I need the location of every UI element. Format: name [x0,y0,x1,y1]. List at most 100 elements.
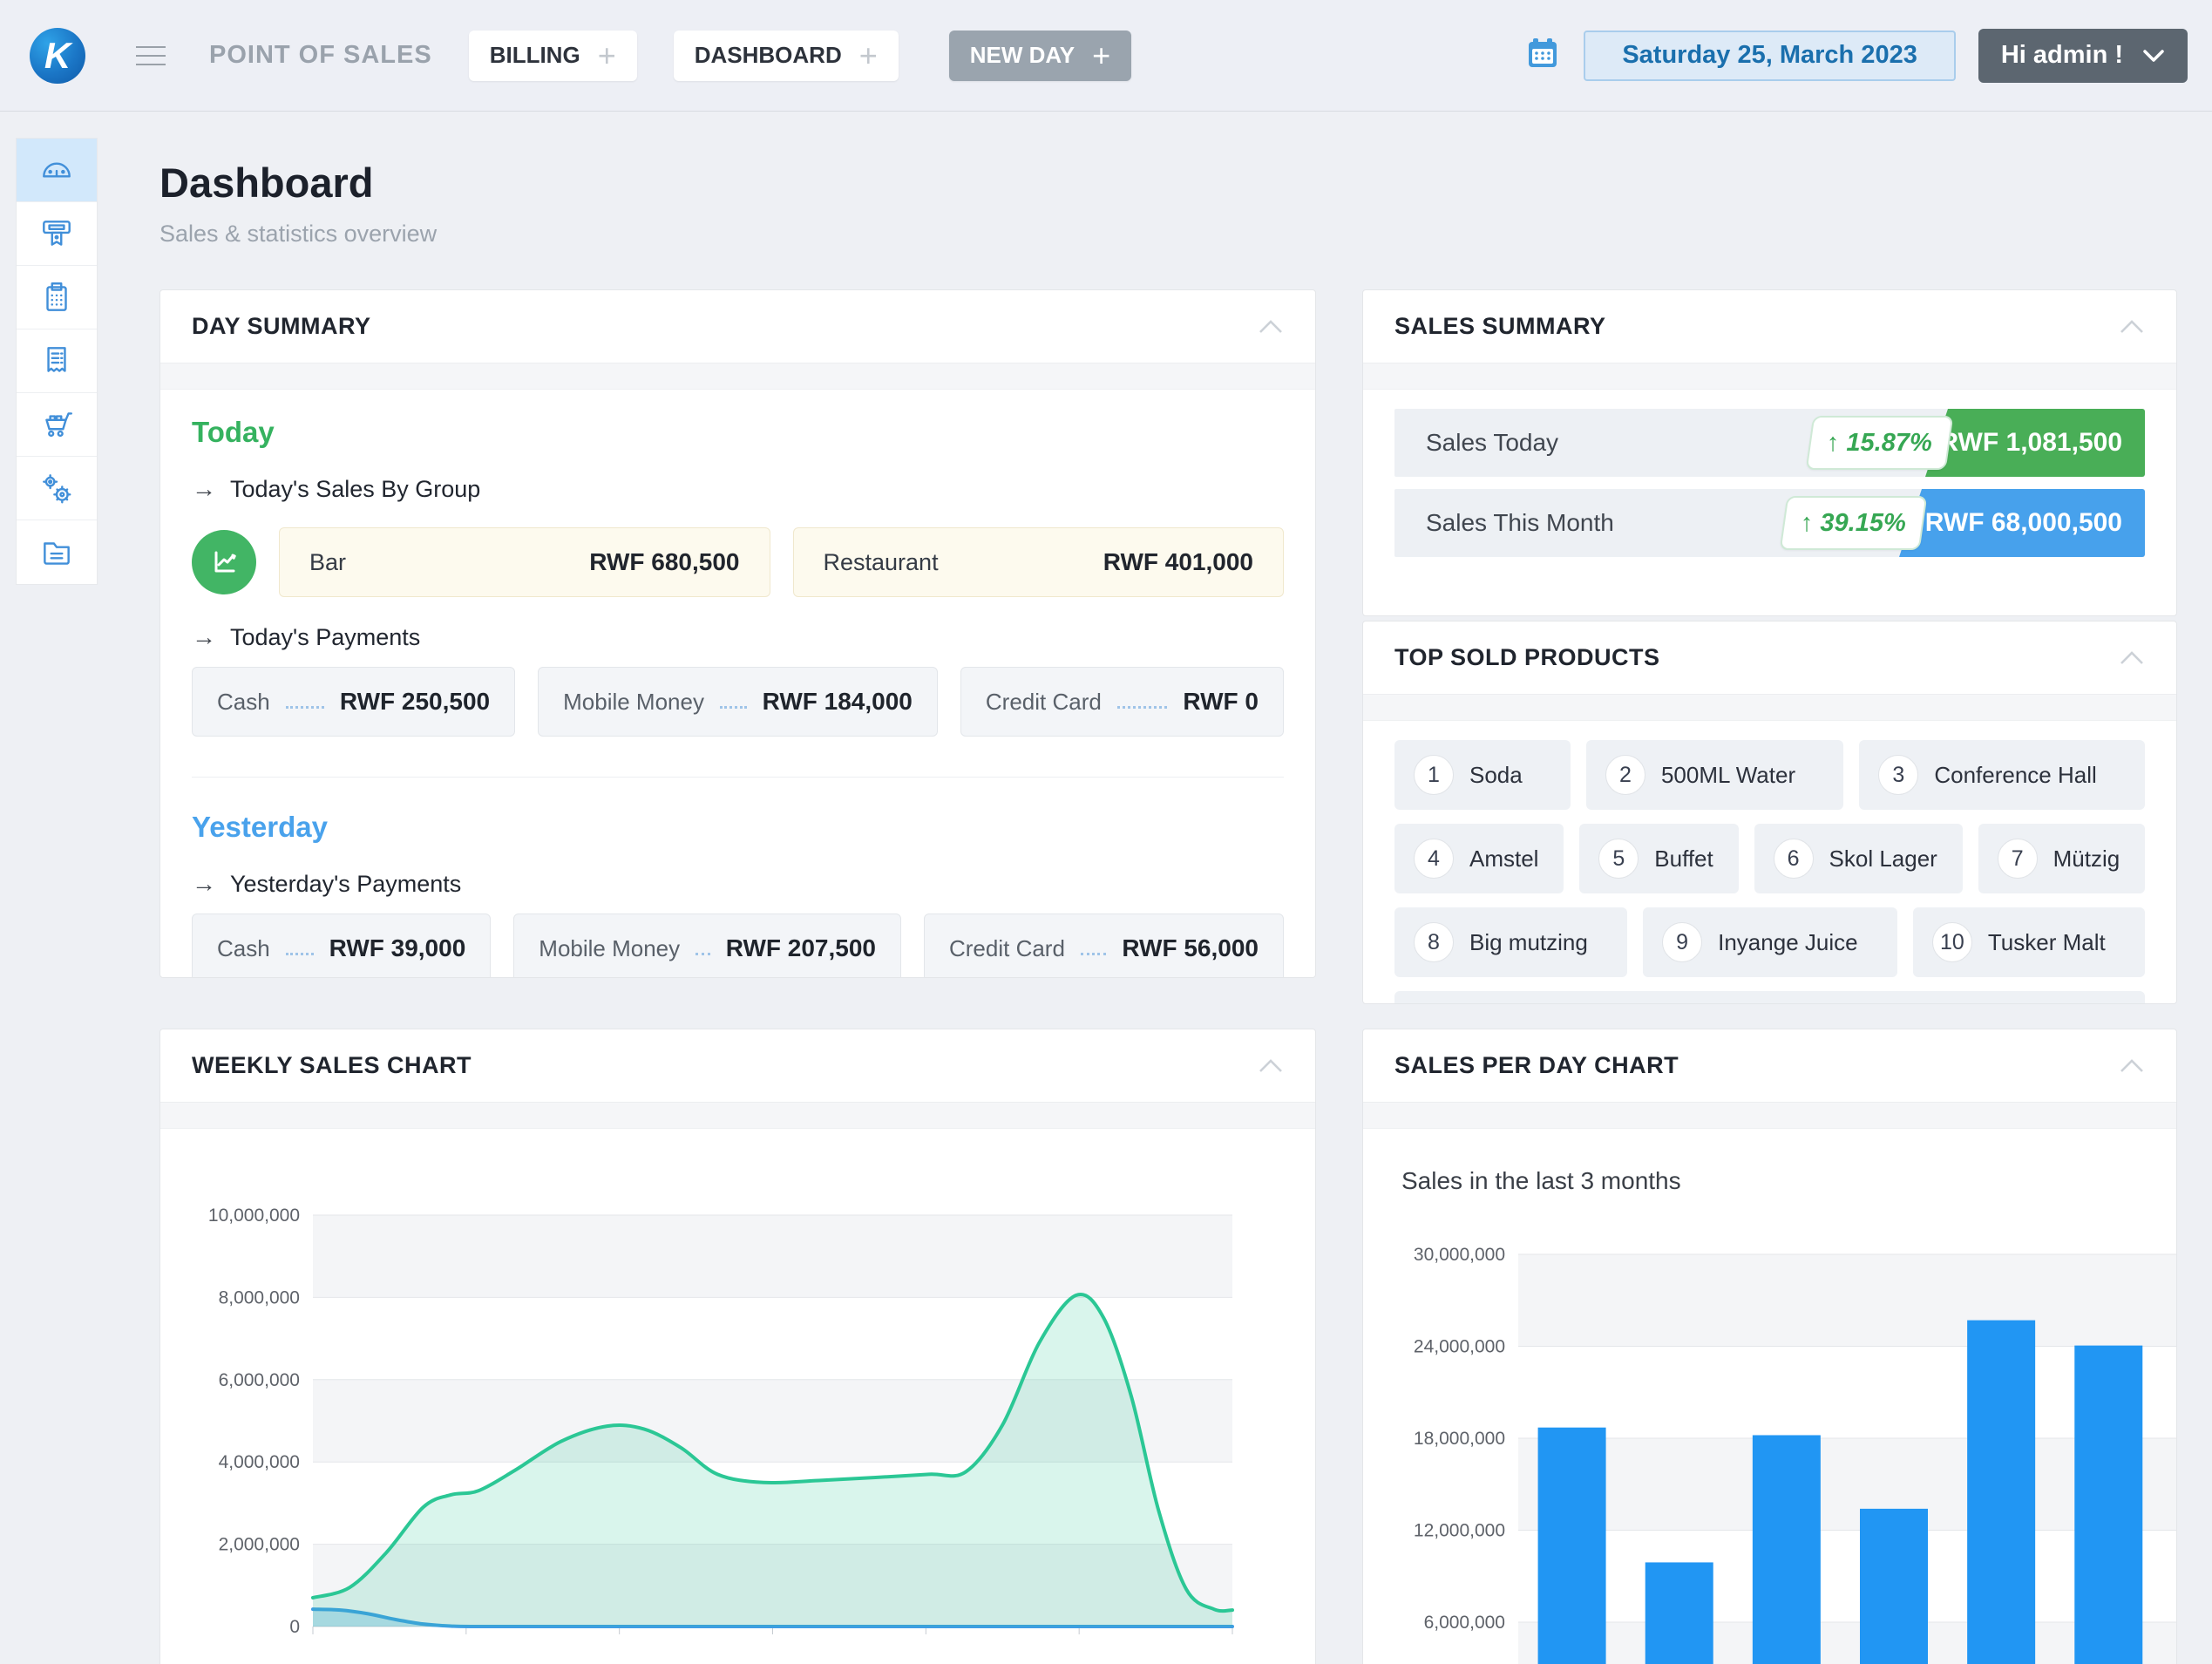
product-rank: 7 [1998,839,2038,879]
product-chip[interactable]: 6Skol Lager [1754,824,1963,893]
day-summary-title: DAY SUMMARY [192,313,371,340]
sales-month-row: Sales This Month ↑39.15% RWF 68,000,500 [1394,489,2145,557]
user-menu-button[interactable]: Hi admin ! [1978,29,2188,83]
sidebar-item-dashboard[interactable] [17,139,97,202]
user-menu-label: Hi admin ! [2001,41,2123,70]
sidebar-item-documents[interactable] [17,520,97,584]
new-day-button-label: NEW DAY [970,42,1075,69]
weekly-sales-chart-card: WEEKLY SALES CHART 02,000,0004,000,0006,… [159,1029,1316,1664]
product-name: Soda [1469,762,1523,789]
collapse-chevron-up-icon[interactable] [2119,1058,2145,1074]
product-name: Conference Hall [1934,762,2096,789]
percent-badge: ↑15.87% [1806,416,1954,470]
product-rank: 5 [1598,839,1639,879]
product-chip[interactable]: 8 Big mutzing [1394,907,1627,977]
product-chip[interactable]: 3 Conference Hall [1859,740,2145,810]
arrow-right-icon: → [192,870,216,898]
percent-badge: ↑39.15% [1780,496,1928,550]
collapse-chevron-up-icon[interactable] [1258,1058,1284,1074]
product-name: Big mutzing [1469,929,1588,956]
sales-summary-card: SALES SUMMARY Sales Today ↑15.87% RWF 1 [1362,289,2177,616]
product-name: Tusker Malt [1988,929,2106,956]
dashboard-button-label: DASHBOARD [695,42,842,69]
payment-credit-card: Credit Card RWF 56,000 [924,914,1284,978]
dashboard-button[interactable]: DASHBOARD + [674,31,899,81]
product-rank: 4 [1414,839,1454,879]
sidebar-item-settings[interactable] [17,457,97,520]
payment-cash: Cash RWF 250,500 [192,667,515,737]
sidebar-item-receipts[interactable] [17,329,97,393]
sales-month-value: RWF 68,000,500 [1899,489,2145,557]
sales-month-label: Sales This Month [1394,509,1614,537]
svg-text:6,000,000: 6,000,000 [219,1370,300,1390]
product-chip[interactable]: 7Mützig [1978,824,2145,893]
collapse-chevron-up-icon[interactable] [2119,650,2145,666]
arrow-right-icon: → [192,475,216,503]
plus-icon: + [1092,37,1110,74]
weekly-chart-title: WEEKLY SALES CHART [192,1052,472,1079]
product-chip[interactable]: 10 Tusker Malt [1913,907,2145,977]
day-summary-card: DAY SUMMARY Today → Today's Sales By Gro… [159,289,1316,978]
sales-summary-title: SALES SUMMARY [1394,313,1606,340]
sidebar-item-cash-withdraw[interactable] [17,202,97,266]
brand-title: POINT OF SALES [209,41,432,70]
top-products-title: TOP SOLD PRODUCTS [1394,644,1660,671]
sales-group-bar: Bar RWF 680,500 [279,527,770,597]
card-band [1363,363,2176,390]
today-heading: Today [192,416,1284,449]
product-name: Skol Lager [1829,846,1937,873]
product-rank: 8 [1414,922,1454,962]
sales-today-value: RWF 1,081,500 [1925,409,2145,477]
calendar-icon[interactable] [1524,35,1561,76]
top-bar: K POINT OF SALES BILLING + DASHBOARD + N… [0,0,2212,112]
date-picker[interactable]: Saturday 25, March 2023 [1584,31,1956,81]
sales-chart-icon [192,530,256,594]
product-rank: 10 [1932,922,1972,962]
receipt-icon [38,343,75,379]
product-rank: 1 [1414,755,1454,795]
page-subtitle: Sales & statistics overview [159,221,2177,248]
plus-icon: + [859,37,878,74]
new-day-button[interactable]: NEW DAY + [949,31,1131,81]
arrow-up-icon: ↑ [1827,429,1840,458]
arrow-right-icon: → [192,623,216,651]
card-band [1363,695,2176,721]
billing-button[interactable]: BILLING + [469,31,637,81]
sales-per-day-chart-card: SALES PER DAY CHART Sales in the last 3 … [1362,1029,2177,1664]
top-products-card: TOP SOLD PRODUCTS 1 Soda 2500ML Water 3 Conf… [1362,621,2177,1004]
product-chip[interactable]: 4Amstel [1394,824,1564,893]
dashboard-gauge-icon [38,152,75,188]
card-band [1363,1103,2176,1129]
product-rank: 3 [1878,755,1918,795]
cash-withdraw-icon [38,215,75,252]
payment-mobile-money: Mobile Money RWF 184,000 [538,667,938,737]
sidebar-item-pos-terminal[interactable] [17,266,97,329]
product-chip[interactable]: 5Buffet [1579,824,1738,893]
collapse-chevron-up-icon[interactable] [2119,319,2145,335]
sales-group-restaurant: Restaurant RWF 401,000 [793,527,1285,597]
svg-text:8,000,000: 8,000,000 [219,1287,300,1307]
product-chip[interactable]: 2500ML Water [1586,740,1843,810]
product-name: 500ML Water [1661,762,1795,789]
product-chip[interactable]: 9Inyange Juice [1643,907,1897,977]
product-name: Inyange Juice [1718,929,1857,956]
weekly-area-chart: 02,000,0004,000,0006,000,0008,000,00010,… [160,1129,1315,1664]
app-logo[interactable]: K [30,28,85,84]
payment-mobile-money: Mobile Money RWF 207,500 [513,914,901,978]
sidebar-item-purchases[interactable] [17,393,97,457]
arrow-up-icon: ↑ [1801,509,1814,538]
svg-text:0: 0 [289,1617,300,1637]
per-day-bar-chart: 6,000,00012,000,00018,000,00024,000,0003… [1363,1219,2177,1664]
product-chip[interactable]: 11Hot Milk [1394,991,2145,1004]
plus-icon: + [598,37,616,74]
yesterday-payments-label: → Yesterday's Payments [192,870,1284,898]
hamburger-menu-icon[interactable] [136,46,166,65]
collapse-chevron-up-icon[interactable] [1258,319,1284,335]
product-chip[interactable]: 1 Soda [1394,740,1571,810]
per-day-chart-subtitle: Sales in the last 3 months [1363,1129,2176,1195]
per-day-chart-title: SALES PER DAY CHART [1394,1052,1679,1079]
svg-text:30,000,000: 30,000,000 [1414,1245,1505,1265]
today-payments-label: → Today's Payments [192,623,1284,651]
page-title: Dashboard [159,159,2177,207]
today-groups-label: → Today's Sales By Group [192,475,1284,503]
